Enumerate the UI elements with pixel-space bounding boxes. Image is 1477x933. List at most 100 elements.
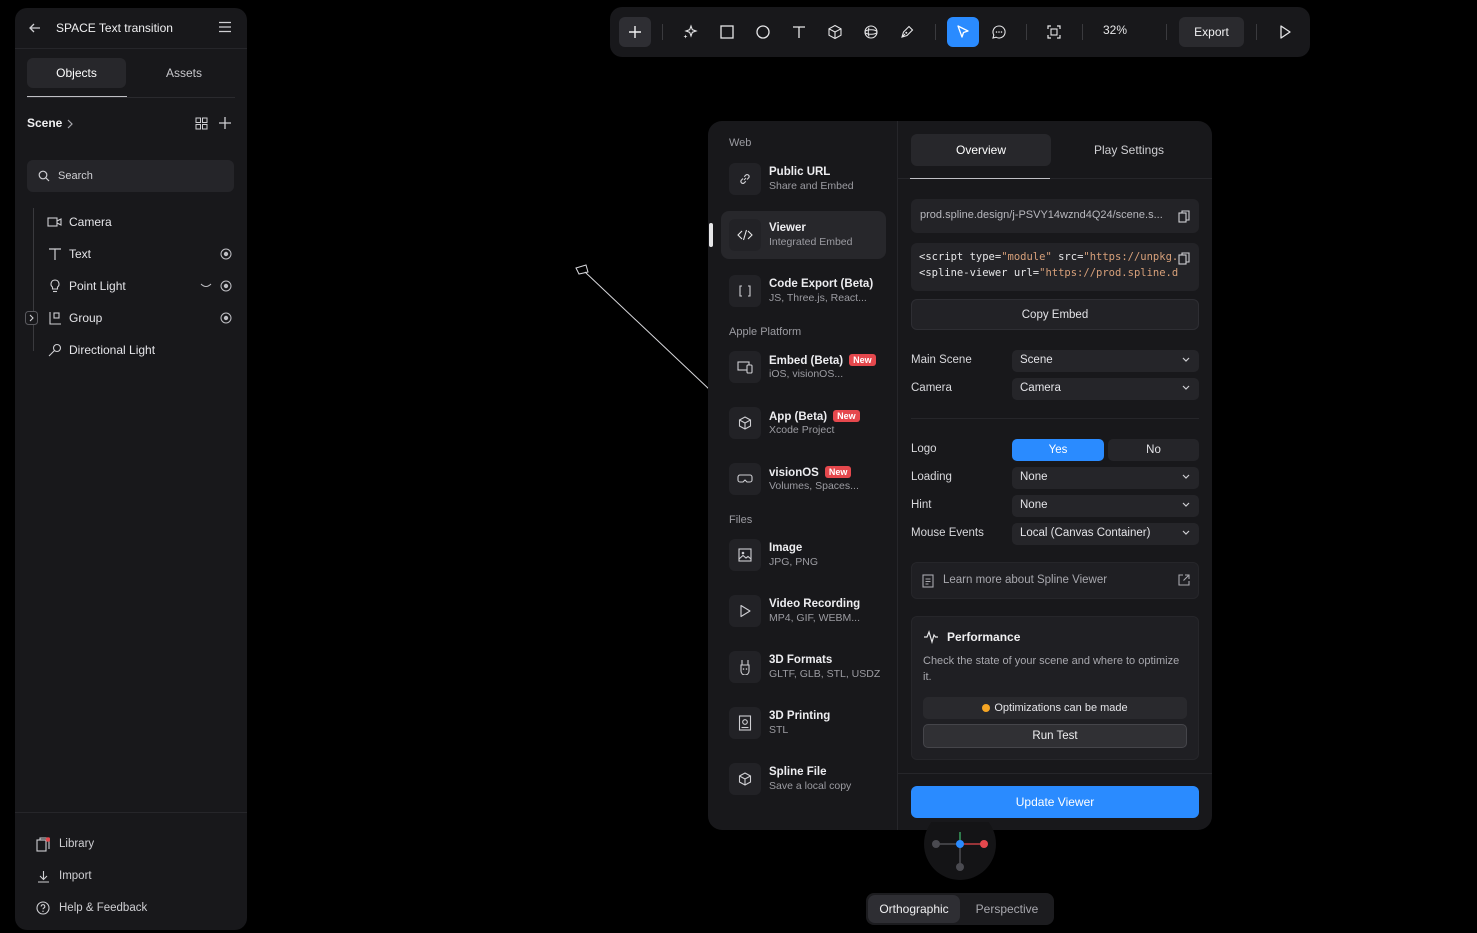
- tree-item-camera[interactable]: Camera: [15, 207, 247, 237]
- learn-more-link[interactable]: Learn more about Spline Viewer: [911, 562, 1199, 599]
- export-button[interactable]: Export: [1179, 17, 1244, 47]
- run-test-button[interactable]: Run Test: [923, 724, 1187, 748]
- export-options-sidebar: Web Public URL Share and Embed Viewer In…: [708, 121, 898, 830]
- option-subtitle: Save a local copy: [769, 780, 852, 792]
- tree-item-group[interactable]: Group: [15, 303, 247, 333]
- tab-play-settings[interactable]: Play Settings: [1059, 134, 1199, 166]
- option-app-beta[interactable]: App (Beta) New Xcode Project: [721, 399, 886, 447]
- option-3d-printing[interactable]: 3D Printing STL: [721, 699, 886, 747]
- sphere-tool-button[interactable]: [855, 17, 887, 47]
- grid-icon[interactable]: [195, 117, 208, 130]
- tree-item-directional-light[interactable]: Directional Light: [15, 335, 247, 365]
- camera-select[interactable]: Camera: [1012, 378, 1199, 400]
- main-scene-row: Main Scene Scene: [911, 350, 1199, 372]
- visibility-icon[interactable]: [220, 280, 232, 292]
- comment-icon: [992, 25, 1006, 39]
- visibility-icon[interactable]: [220, 248, 232, 260]
- export-modal: Web Public URL Share and Embed Viewer In…: [708, 121, 1212, 830]
- perspective-button[interactable]: Perspective: [962, 895, 1052, 923]
- public-url-field[interactable]: prod.spline.design/j-PSVY14wznd4Q24/scen…: [911, 199, 1199, 233]
- code-line-2: <spline-viewer url="https://prod.spline.…: [919, 267, 1178, 279]
- ai-tool-button[interactable]: [674, 17, 706, 47]
- text-tool-button[interactable]: [783, 17, 815, 47]
- cube-tool-button[interactable]: [819, 17, 851, 47]
- search-input[interactable]: Search: [27, 160, 234, 192]
- option-title-text: visionOS: [769, 467, 819, 479]
- select-value: Camera: [1020, 382, 1061, 394]
- chevron-down-icon: [1182, 357, 1190, 362]
- active-indicator: [709, 223, 713, 247]
- directional-light-icon: [48, 343, 62, 357]
- main-scene-select[interactable]: Scene: [1012, 350, 1199, 372]
- field-label: Logo: [911, 443, 937, 455]
- axis-gizmo[interactable]: [923, 822, 997, 882]
- tree-item-text[interactable]: Text: [15, 239, 247, 269]
- option-public-url[interactable]: Public URL Share and Embed: [721, 155, 886, 203]
- toolbar-divider: [1082, 24, 1083, 40]
- embed-code-block[interactable]: <script type="module" src="https://unpkg…: [911, 243, 1199, 291]
- orthographic-button[interactable]: Orthographic: [868, 895, 960, 923]
- loading-select[interactable]: None: [1012, 467, 1199, 489]
- hidden-eye-icon[interactable]: [200, 283, 212, 289]
- copy-embed-button[interactable]: Copy Embed: [911, 299, 1199, 330]
- select-value: None: [1020, 471, 1048, 483]
- zoom-level[interactable]: 32%: [1103, 23, 1127, 37]
- visibility-icon[interactable]: [220, 312, 232, 324]
- chevron-down-icon: [1182, 474, 1190, 479]
- option-image[interactable]: Image JPG, PNG: [721, 531, 886, 579]
- text-icon: [793, 26, 805, 38]
- pen-tool-button[interactable]: [891, 17, 923, 47]
- comment-tool-button[interactable]: [983, 17, 1015, 47]
- back-arrow-icon[interactable]: [28, 21, 42, 35]
- logo-row: Logo Yes No: [911, 439, 1199, 461]
- option-title: Viewer: [769, 222, 806, 234]
- copy-icon[interactable]: [1178, 210, 1190, 223]
- hint-select[interactable]: None: [1012, 495, 1199, 517]
- brackets-icon: [739, 285, 751, 297]
- tree-item-point-light[interactable]: Point Light: [15, 271, 247, 301]
- url-text: prod.spline.design/j-PSVY14wznd4Q24/scen…: [920, 209, 1163, 221]
- left-panel: SPACE Text transition Objects Assets Sce…: [15, 8, 247, 930]
- expand-toggle-icon[interactable]: [25, 311, 38, 325]
- logo-no-toggle[interactable]: No: [1108, 439, 1199, 461]
- top-toolbar: 32% Export: [610, 7, 1310, 57]
- canvas-line-object[interactable]: [570, 260, 715, 395]
- option-embed-beta[interactable]: Embed (Beta) New iOS, visionOS...: [721, 343, 886, 391]
- play-button[interactable]: [1269, 17, 1301, 47]
- update-viewer-button[interactable]: Update Viewer: [911, 786, 1199, 818]
- frame-tool-button[interactable]: [1038, 17, 1070, 47]
- option-code-export[interactable]: Code Export (Beta) JS, Three.js, React..…: [721, 267, 886, 315]
- option-subtitle: Share and Embed: [769, 180, 854, 192]
- camera-row: Camera Camera: [911, 378, 1199, 400]
- copy-icon[interactable]: [1178, 252, 1190, 265]
- option-spline-file[interactable]: Spline File Save a local copy: [721, 755, 886, 803]
- select-tool-button[interactable]: [947, 17, 979, 47]
- frame-icon: [1047, 25, 1061, 39]
- option-3d-formats[interactable]: 3D Formats GLTF, GLB, STL, USDZ: [721, 643, 886, 691]
- tab-overview[interactable]: Overview: [911, 134, 1051, 166]
- toolbar-divider: [1166, 24, 1167, 40]
- logo-yes-toggle[interactable]: Yes: [1012, 439, 1104, 461]
- panel-footer: Library Import Help & Feedback: [15, 812, 247, 930]
- tab-assets[interactable]: Assets: [134, 58, 234, 88]
- option-visionos[interactable]: visionOS New Volumes, Spaces...: [721, 455, 886, 503]
- option-viewer[interactable]: Viewer Integrated Embed: [721, 211, 886, 259]
- plus-icon[interactable]: [218, 116, 232, 130]
- rectangle-tool-button[interactable]: [711, 17, 743, 47]
- code-attr: url=: [1007, 267, 1040, 279]
- option-title-text: Embed (Beta): [769, 355, 844, 367]
- new-badge: New: [849, 354, 876, 366]
- toolbar-divider: [1256, 24, 1257, 40]
- projection-toggle: Orthographic Perspective: [866, 893, 1054, 925]
- menu-icon[interactable]: [218, 21, 232, 33]
- ellipse-tool-button[interactable]: [747, 17, 779, 47]
- help-label: Help & Feedback: [59, 902, 148, 914]
- add-button[interactable]: [619, 17, 651, 47]
- tab-objects[interactable]: Objects: [27, 58, 126, 88]
- option-title: Public URL: [769, 166, 831, 178]
- link-icon: [740, 174, 750, 184]
- mouse-events-row: Mouse Events Local (Canvas Container): [911, 523, 1199, 545]
- scene-breadcrumb[interactable]: Scene: [27, 114, 235, 134]
- option-video-recording[interactable]: Video Recording MP4, GIF, WEBM...: [721, 587, 886, 635]
- mouse-events-select[interactable]: Local (Canvas Container): [1012, 523, 1199, 545]
